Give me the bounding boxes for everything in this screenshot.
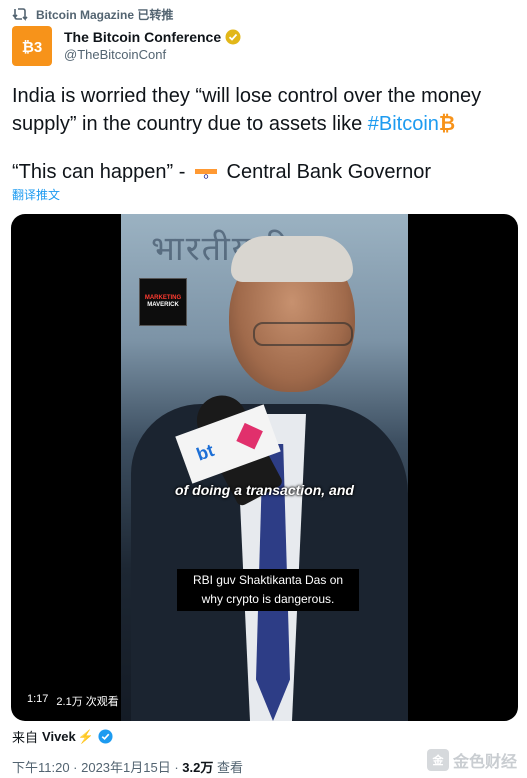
video-meta: 1:17 2.1万 次观看 — [27, 693, 119, 709]
governor-text: Central Bank Governor — [226, 161, 432, 183]
lightning-icon: ⚡ — [77, 728, 94, 744]
video-source: 来自 Vivek ⚡ — [12, 727, 113, 746]
hashtag-bitcoin[interactable]: #Bitcoin — [368, 113, 439, 135]
video-subtitle-box: RBI guv Shaktikanta Das on why crypto is… — [177, 569, 359, 611]
views-label: 查看 — [213, 760, 243, 775]
avatar[interactable]: ₿3 — [12, 26, 52, 66]
marketing-maverick-logo: MARKETING MAVERICK — [139, 278, 187, 326]
views-count: 3.2万 — [182, 760, 214, 775]
logo-line-2: MAVERICK — [147, 302, 179, 308]
verified-gold-badge-icon — [225, 29, 241, 45]
quote-text: “This can happen” - — [12, 161, 191, 183]
from-prefix: 来自 — [12, 730, 39, 745]
tweet-timestamp[interactable]: 下午11:20 · 2023年1月15日 · 3.2万 查看 — [12, 757, 243, 776]
video-frame[interactable]: भारतीय रि MARKETING MAVERICK bt of doing… — [121, 214, 408, 721]
svg-text:₿3: ₿3 — [22, 39, 43, 56]
retweet-icon — [12, 7, 28, 21]
tweet-line-2: “This can happen” - Central Bank Governo… — [12, 158, 517, 186]
author-name[interactable]: The Bitcoin Conference — [64, 28, 221, 46]
red-logo-icon — [236, 422, 263, 450]
bitcoin-emoji-icon: ₿ — [438, 113, 456, 135]
logo-line-1: MARKETING — [144, 295, 182, 301]
watermark: 金 金色财经 — [426, 748, 517, 772]
video-duration: 1:17 — [27, 693, 49, 705]
tweet-time[interactable]: 下午11:20 · 2023年1月15日 · — [12, 760, 182, 775]
source-user-link[interactable]: Vivek — [42, 729, 76, 744]
watermark-text: 金色财经 — [452, 754, 517, 771]
india-flag-icon — [194, 164, 217, 179]
speaker-hair — [231, 236, 353, 282]
tweet-body: India is worried they “will lose control… — [12, 82, 517, 186]
speaker-glasses — [253, 322, 353, 346]
bitcoin-conference-logo-icon: ₿3 — [18, 32, 46, 60]
tweet-author[interactable]: ₿3 The Bitcoin Conference @TheBitcoinCon… — [12, 26, 241, 66]
author-handle[interactable]: @TheBitcoinConf — [64, 46, 241, 64]
video-caption: of doing a transaction, and — [175, 482, 354, 498]
translate-tweet-link[interactable]: 翻译推文 — [12, 186, 60, 203]
mic-brand-label: bt — [193, 439, 217, 465]
retweet-header[interactable]: Bitcoin Magazine 已转推 — [12, 6, 173, 22]
watermark-logo-icon: 金 — [426, 749, 449, 771]
verified-blue-badge-icon — [98, 729, 113, 744]
tweet-line-1: India is worried they “will lose control… — [12, 82, 517, 138]
retweet-label: Bitcoin Magazine 已转推 — [36, 7, 174, 22]
video-views: 2.1万 次观看 — [56, 696, 119, 708]
video-player[interactable]: भारतीय रि MARKETING MAVERICK bt of doing… — [11, 214, 518, 721]
